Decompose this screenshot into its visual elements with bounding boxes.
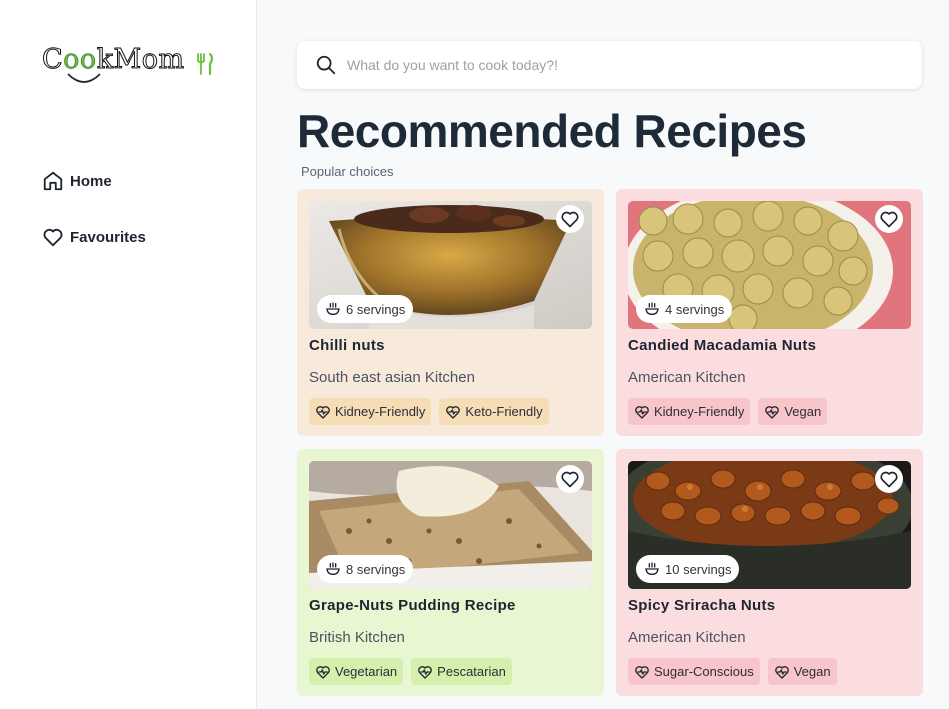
- heart-pulse-icon: [774, 665, 789, 679]
- recipe-card[interactable]: 6 servings Chilli nuts South east asian …: [297, 189, 604, 436]
- recipe-cuisine: South east asian Kitchen: [309, 369, 475, 386]
- tag-label: Pescatarian: [437, 664, 506, 679]
- recipe-image[interactable]: 6 servings: [309, 201, 592, 329]
- page-title: Recommended Recipes: [297, 105, 807, 157]
- favourite-button[interactable]: [556, 205, 584, 233]
- heart-pulse-icon: [316, 405, 330, 419]
- health-tag: Vegan: [758, 398, 828, 425]
- recipe-card[interactable]: 8 servings Grape-Nuts Pudding Recipe Bri…: [297, 449, 604, 696]
- heart-pulse-icon: [418, 665, 433, 679]
- nav-home-label: Home: [70, 172, 112, 190]
- health-tag: Keto-Friendly: [439, 398, 549, 425]
- cookmom-logo[interactable]: Coo kMom: [41, 44, 222, 90]
- bowl-icon: [645, 562, 659, 576]
- nav-favourites-label: Favourites: [70, 228, 146, 246]
- heart-icon: [880, 471, 898, 488]
- heart-pulse-icon: [316, 665, 330, 679]
- tag-list: Sugar-Conscious Vegan: [628, 658, 837, 685]
- favourite-button[interactable]: [556, 465, 584, 493]
- heart-icon: [43, 228, 63, 247]
- logo-text: Coo kMom: [41, 44, 185, 76]
- bowl-icon: [645, 302, 659, 316]
- recipe-image[interactable]: 8 servings: [309, 461, 592, 589]
- tag-label: Kidney-Friendly: [335, 404, 426, 419]
- health-tag: Vegan: [767, 658, 837, 685]
- sidebar: Coo kMom Home Favourites: [0, 0, 257, 709]
- page-subtitle: Popular choices: [301, 164, 394, 179]
- favourite-button[interactable]: [875, 205, 903, 233]
- heart-icon: [561, 211, 579, 228]
- search-input[interactable]: [347, 57, 887, 73]
- recipe-cuisine: American Kitchen: [628, 629, 746, 646]
- tag-list: Vegetarian Pescatarian: [309, 658, 512, 685]
- fork-knife-icon: [197, 52, 214, 76]
- servings-text: 4 servings: [665, 301, 725, 317]
- recipe-title[interactable]: Chilli nuts: [309, 337, 385, 354]
- tag-label: Vegan: [784, 404, 822, 419]
- recipe-cuisine: American Kitchen: [628, 369, 746, 386]
- heart-pulse-icon: [446, 405, 461, 419]
- recipe-title[interactable]: Grape-Nuts Pudding Recipe: [309, 597, 516, 614]
- health-tag: Pescatarian: [411, 658, 512, 685]
- heart-icon: [880, 211, 898, 228]
- nav-home[interactable]: Home: [42, 170, 112, 192]
- health-tag: Vegetarian: [309, 658, 404, 685]
- heart-pulse-icon: [765, 405, 780, 419]
- home-icon: [43, 171, 63, 191]
- tag-label: Sugar-Conscious: [654, 664, 754, 679]
- search-icon: [316, 55, 336, 75]
- smile-icon: [67, 73, 101, 83]
- recipe-title[interactable]: Candied Macadamia Nuts: [628, 337, 816, 354]
- recipe-title[interactable]: Spicy Sriracha Nuts: [628, 597, 775, 614]
- tag-list: Kidney-Friendly Keto-Friendly: [309, 398, 549, 425]
- servings-badge: 10 servings: [636, 555, 740, 583]
- bowl-icon: [326, 302, 340, 316]
- heart-pulse-icon: [635, 405, 649, 419]
- recipe-cuisine: British Kitchen: [309, 629, 405, 646]
- tag-label: Vegan: [793, 664, 831, 679]
- servings-text: 8 servings: [346, 561, 406, 577]
- health-tag: Kidney-Friendly: [628, 398, 751, 425]
- favourite-button[interactable]: [875, 465, 903, 493]
- recipe-image[interactable]: 10 servings: [628, 461, 911, 589]
- recipe-image[interactable]: 4 servings: [628, 201, 911, 329]
- main-content: Recommended Recipes Popular choices: [257, 0, 949, 709]
- bowl-icon: [326, 562, 340, 576]
- servings-text: 6 servings: [346, 301, 406, 317]
- recipe-card[interactable]: 10 servings Spicy Sriracha Nuts American…: [616, 449, 923, 696]
- tag-label: Kidney-Friendly: [654, 404, 745, 419]
- tag-label: Vegetarian: [335, 664, 398, 679]
- health-tag: Kidney-Friendly: [309, 398, 432, 425]
- heart-icon: [561, 471, 579, 488]
- search-bar[interactable]: [297, 41, 922, 89]
- servings-text: 10 servings: [665, 561, 732, 577]
- servings-badge: 6 servings: [317, 295, 414, 323]
- health-tag: Sugar-Conscious: [628, 658, 760, 685]
- recipe-card[interactable]: 4 servings Candied Macadamia Nuts Americ…: [616, 189, 923, 436]
- tag-list: Kidney-Friendly Vegan: [628, 398, 828, 425]
- servings-badge: 8 servings: [317, 555, 414, 583]
- tag-label: Keto-Friendly: [465, 404, 543, 419]
- heart-pulse-icon: [635, 665, 649, 679]
- nav-favourites[interactable]: Favourites: [42, 226, 146, 248]
- servings-badge: 4 servings: [636, 295, 733, 323]
